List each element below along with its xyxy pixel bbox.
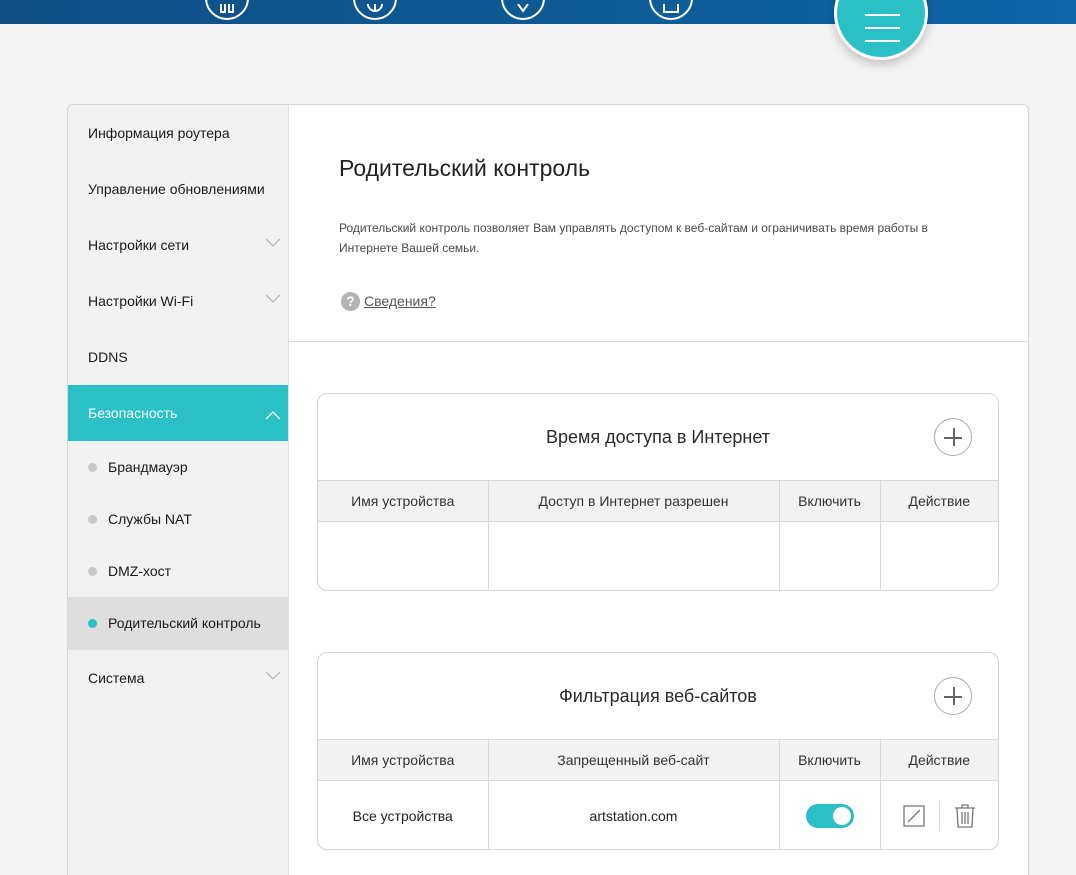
help-link[interactable]: ? Сведения? [341, 291, 436, 311]
action-divider [938, 800, 940, 831]
page-description: Родительский контроль позволяет Вам упра… [339, 221, 928, 255]
enable-cell [779, 780, 881, 849]
web-filter-card: Фильтрация веб-сайтов Имя устройства Зап… [317, 652, 999, 850]
sidebar-item-label: DDNS [88, 349, 128, 365]
advanced-settings-icon[interactable] [649, 0, 693, 20]
sidebar-subitem-dmz-host[interactable]: DMZ-хост [68, 545, 288, 597]
sidebar: Информация роутера Управление обновления… [68, 105, 289, 875]
site-cell: artstation.com [488, 780, 780, 849]
table-header-row: Имя устройства Доступ в Интернет разреше… [318, 480, 998, 522]
column-header: Имя устройства [318, 739, 489, 781]
network-map-icon[interactable] [205, 0, 249, 20]
section-divider [289, 341, 1028, 342]
sidebar-item-wifi-settings[interactable]: Настройки Wi-Fi [68, 273, 288, 329]
internet-time-title: Время доступа в Интернет [546, 427, 770, 447]
sidebar-subitem-nat-services[interactable]: Службы NAT [68, 493, 288, 545]
toggle-knob [832, 806, 851, 825]
sidebar-subitem-label: DMZ-хост [108, 563, 172, 579]
web-filter-table: Имя устройства Запрещенный веб-сайт Вклю… [318, 739, 998, 849]
table-cell [880, 521, 998, 590]
hamburger-icon [865, 14, 900, 16]
sidebar-item-firmware-updates[interactable]: Управление обновлениями [68, 161, 288, 217]
add-time-rule-button[interactable] [934, 418, 972, 456]
bullet-dot [88, 515, 97, 524]
table-header-row: Имя устройства Запрещенный веб-сайт Вклю… [318, 739, 998, 781]
content-area: Родительский контроль Родительский контр… [289, 105, 1028, 875]
page-title: Родительский контроль [339, 155, 591, 181]
card-title: Фильтрация веб-сайтов [318, 653, 998, 739]
column-header: Действие [880, 480, 998, 522]
action-cell [880, 780, 998, 849]
bullet-dot [88, 567, 97, 576]
table-row-empty [318, 521, 998, 590]
sidebar-subitem-label: Родительский контроль [108, 615, 261, 631]
table-row: Все устройства artstation.com [318, 780, 998, 849]
internet-time-card: Время доступа в Интернет Имя устройства … [317, 393, 999, 591]
chevron-down-icon [266, 294, 280, 303]
help-link-label: Сведения? [364, 293, 436, 309]
sidebar-item-network-settings[interactable]: Настройки сети [68, 217, 288, 273]
column-header: Действие [880, 739, 998, 781]
enable-toggle[interactable] [805, 803, 854, 828]
wireless-icon[interactable] [501, 0, 545, 20]
sidebar-item-label: Управление обновлениями [88, 181, 265, 197]
sidebar-item-router-info[interactable]: Информация роутера [68, 105, 288, 161]
column-header: Имя устройства [318, 480, 489, 522]
chevron-up-icon [266, 411, 280, 420]
column-header: Доступ в Интернет разрешен [488, 480, 780, 522]
sidebar-subitem-firewall[interactable]: Брандмауэр [68, 441, 288, 493]
add-filter-rule-button[interactable] [934, 677, 972, 715]
sidebar-item-ddns[interactable]: DDNS [68, 329, 288, 385]
column-header: Включить [779, 480, 881, 522]
table-cell [779, 521, 881, 590]
chevron-down-icon [266, 671, 280, 680]
sidebar-item-label: Настройки сети [88, 237, 190, 253]
internet-time-table: Имя устройства Доступ в Интернет разреше… [318, 480, 998, 590]
column-header: Запрещенный веб-сайт [488, 739, 780, 781]
table-cell [318, 521, 489, 590]
table-cell [488, 521, 780, 590]
question-icon: ? [341, 291, 360, 311]
trash-icon [954, 804, 975, 828]
sidebar-item-label: Настройки Wi-Fi [88, 293, 194, 309]
sidebar-item-label: Информация роутера [88, 125, 230, 141]
card-title: Время доступа в Интернет [318, 394, 998, 480]
internet-globe-icon[interactable] [353, 0, 397, 20]
bullet-dot [88, 463, 97, 472]
web-filter-title: Фильтрация веб-сайтов [559, 686, 757, 706]
sidebar-item-label: Система [88, 670, 145, 686]
delete-button[interactable] [953, 803, 977, 829]
device-cell: Все устройства [318, 780, 489, 849]
main-panel: Информация роутера Управление обновления… [67, 104, 1029, 875]
sidebar-item-system[interactable]: Система [68, 650, 288, 706]
sidebar-subitem-label: Службы NAT [108, 511, 192, 527]
edit-icon [903, 805, 925, 827]
chevron-down-icon [266, 238, 280, 247]
column-header: Включить [779, 739, 881, 781]
sidebar-subitem-label: Брандмауэр [108, 459, 188, 475]
edit-button[interactable] [902, 803, 926, 829]
bullet-dot [88, 619, 97, 628]
sidebar-item-label: Безопасность [88, 405, 178, 421]
sidebar-subitem-parental-control[interactable]: Родительский контроль [68, 597, 288, 649]
menu-button[interactable] [834, 0, 928, 60]
sidebar-item-security[interactable]: Безопасность [68, 385, 288, 441]
